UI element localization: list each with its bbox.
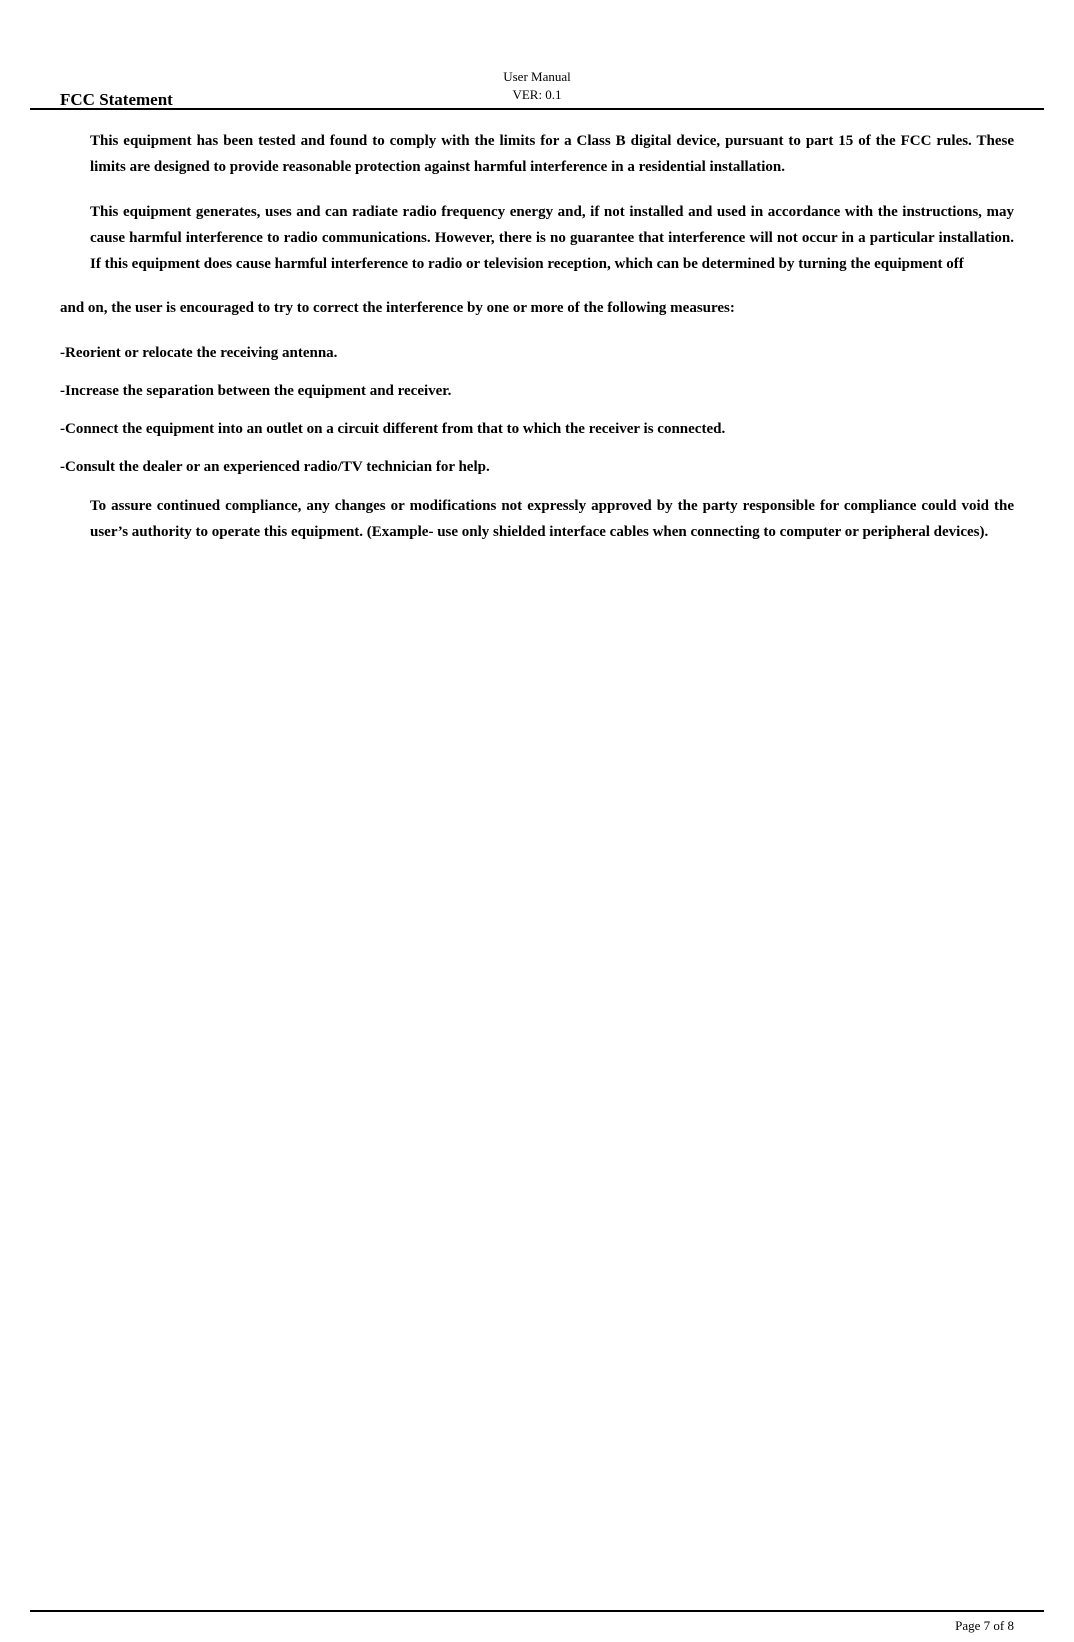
header-line1: User Manual [0, 68, 1074, 86]
bullet-4: -Consult the dealer or an experienced ra… [60, 454, 1014, 480]
bullet-1: -Reorient or relocate the receiving ante… [60, 340, 1014, 366]
bullet-2: -Increase the separation between the equ… [60, 378, 1014, 404]
paragraph-2: This equipment generates, uses and can r… [60, 199, 1014, 278]
paragraph-3: and on, the user is encouraged to try to… [60, 295, 1014, 321]
document-footer: Page 7 of 8 [0, 1610, 1074, 1642]
bullet-3: -Connect the equipment into an outlet on… [60, 416, 1014, 442]
document-header: User Manual VER: 0.1 [0, 60, 1074, 110]
page-number: Page 7 of 8 [0, 1612, 1074, 1642]
header-line2: VER: 0.1 [0, 86, 1074, 104]
paragraph-4: To assure continued compliance, any chan… [60, 493, 1014, 546]
header-divider [30, 108, 1044, 110]
main-content: FCC Statement This equipment has been te… [0, 60, 1074, 623]
paragraph-1: This equipment has been tested and found… [60, 128, 1014, 181]
